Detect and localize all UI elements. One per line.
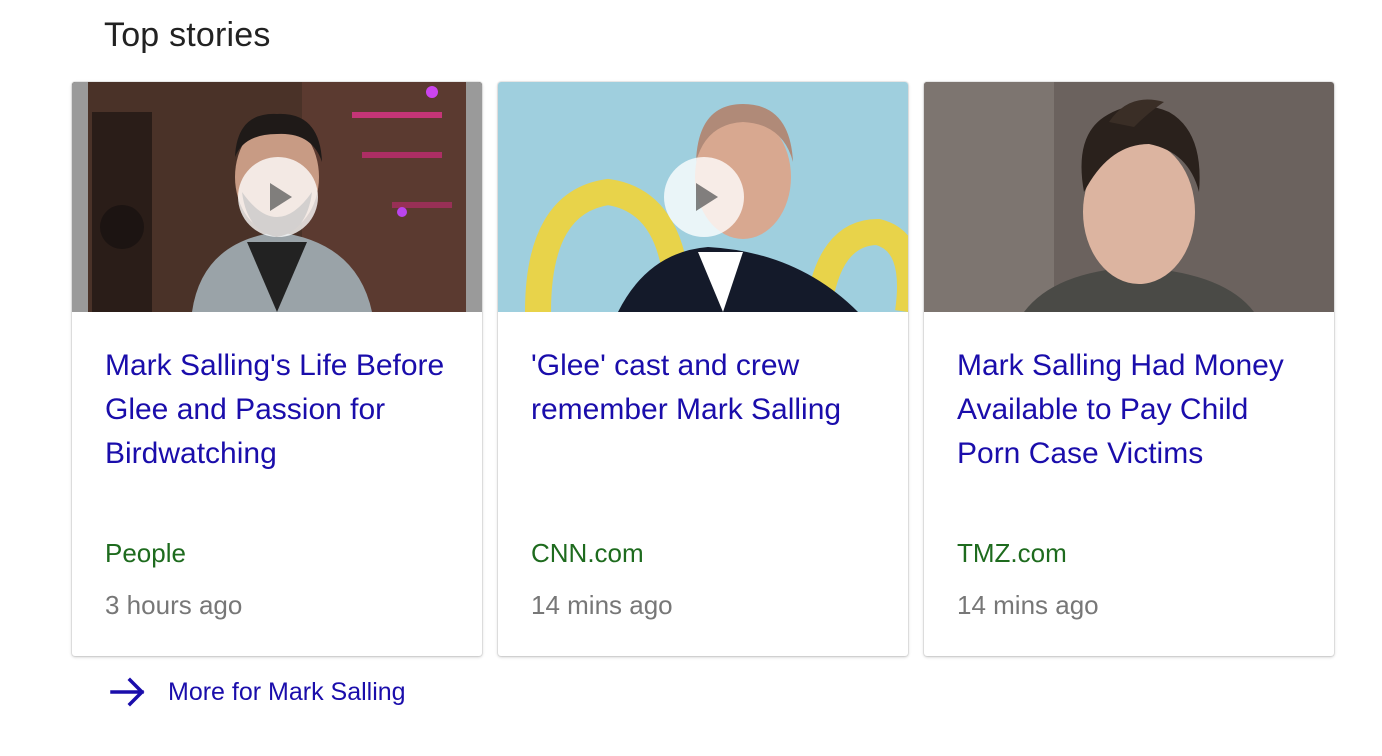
story-headline[interactable]: Mark Salling Had Money Available to Pay … — [957, 344, 1302, 476]
story-timestamp: 14 mins ago — [531, 590, 673, 620]
story-source: TMZ.com — [957, 538, 1067, 568]
section-title: Top stories — [104, 16, 271, 54]
play-video-button[interactable] — [664, 157, 744, 237]
thumbnail-image — [924, 82, 1334, 312]
story-card[interactable]: 'Glee' cast and crew remember Mark Salli… — [498, 82, 908, 656]
arrow-right-icon — [110, 677, 145, 707]
story-card[interactable]: Mark Salling's Life Before Glee and Pass… — [72, 82, 482, 656]
more-stories-link[interactable]: More for Mark Salling — [108, 672, 406, 712]
story-thumbnail[interactable] — [924, 82, 1334, 312]
story-source: CNN.com — [531, 538, 644, 568]
more-stories-label: More for Mark Salling — [168, 677, 406, 706]
play-video-button[interactable] — [238, 157, 318, 237]
story-source: People — [105, 538, 186, 568]
play-icon — [696, 183, 718, 211]
story-card[interactable]: Mark Salling Had Money Available to Pay … — [924, 82, 1334, 656]
story-headline[interactable]: 'Glee' cast and crew remember Mark Salli… — [531, 344, 876, 432]
story-headline[interactable]: Mark Salling's Life Before Glee and Pass… — [105, 344, 450, 476]
story-thumbnail[interactable] — [498, 82, 908, 312]
story-thumbnail[interactable] — [72, 82, 482, 312]
top-stories-carousel: Mark Salling's Life Before Glee and Pass… — [72, 82, 1334, 656]
play-icon — [270, 183, 292, 211]
story-timestamp: 3 hours ago — [105, 590, 243, 620]
story-timestamp: 14 mins ago — [957, 590, 1099, 620]
